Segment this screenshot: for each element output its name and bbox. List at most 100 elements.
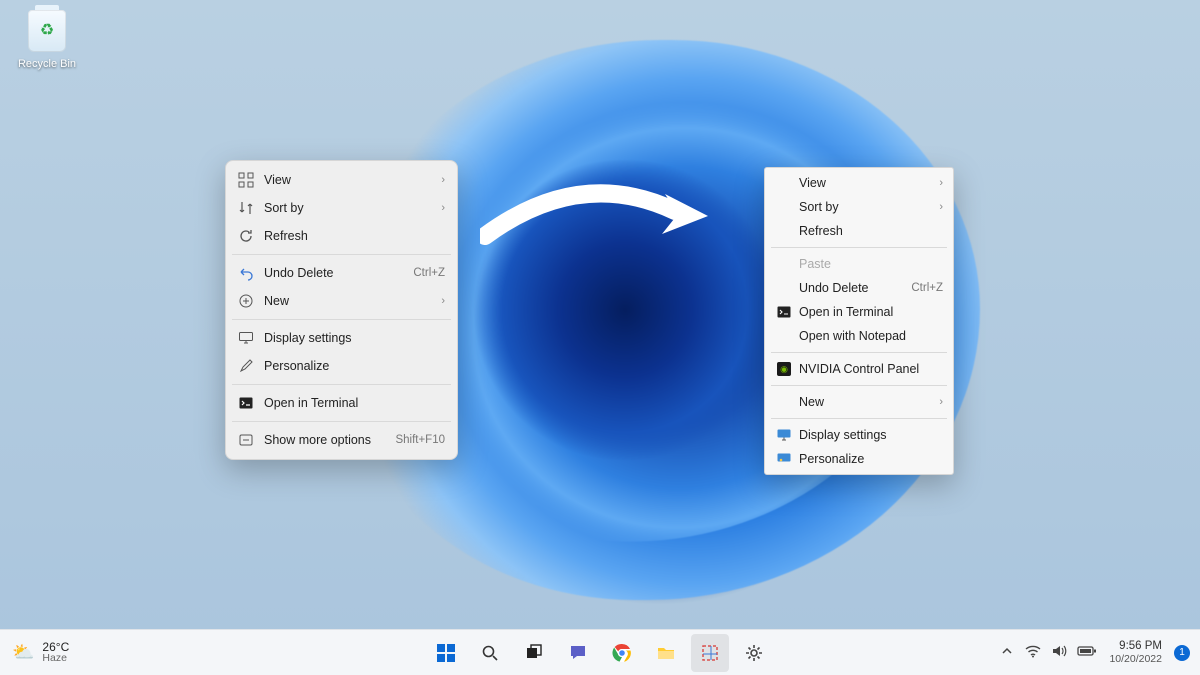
menu-more-label: Show more options <box>264 433 395 447</box>
taskbar-clock[interactable]: 9:56 PM 10/20/2022 <box>1109 640 1162 665</box>
brush-icon <box>236 358 256 374</box>
clock-time: 9:56 PM <box>1109 640 1162 653</box>
cmenu-view-label: View <box>799 176 933 190</box>
cmenu-display[interactable]: Display settings <box>765 423 953 447</box>
menu-personalize-label: Personalize <box>264 359 445 373</box>
weather-icon: ⛅ <box>12 642 34 663</box>
cmenu-refresh[interactable]: Refresh <box>765 219 953 243</box>
cmenu-personalize-label: Personalize <box>799 452 943 466</box>
search-button[interactable] <box>471 634 509 672</box>
menu-refresh-label: Refresh <box>264 229 445 243</box>
chevron-right-icon: › <box>441 202 445 214</box>
cmenu-undo[interactable]: Undo DeleteCtrl+Z <box>765 276 953 300</box>
terminal-icon <box>236 395 256 411</box>
menu-separator <box>232 384 451 385</box>
chat-button[interactable] <box>559 634 597 672</box>
chrome-button[interactable] <box>603 634 641 672</box>
taskbar-center <box>427 634 773 672</box>
chevron-right-icon: › <box>441 295 445 307</box>
menu-undo-label: Undo Delete <box>264 266 413 280</box>
menu-sortby-label: Sort by <box>264 201 435 215</box>
plus-circle-icon <box>236 293 256 309</box>
nvidia-icon: ◉ <box>773 362 795 376</box>
monitor-icon <box>236 330 256 346</box>
menu-refresh[interactable]: Refresh <box>226 222 457 250</box>
cmenu-view[interactable]: View › <box>765 171 953 195</box>
menu-new[interactable]: New › <box>226 287 457 315</box>
cmenu-nvidia-label: NVIDIA Control Panel <box>799 362 943 376</box>
desktop[interactable]: Recycle Bin View › Sort by › Refresh <box>0 0 1200 675</box>
menu-display[interactable]: Display settings <box>226 324 457 352</box>
weather-condition: Haze <box>42 653 69 664</box>
taskbar: ⛅ 26°C Haze <box>0 629 1200 675</box>
cmenu-new[interactable]: New › <box>765 390 953 414</box>
trash-icon <box>28 10 66 52</box>
speaker-icon <box>1051 644 1067 661</box>
menu-display-label: Display settings <box>264 331 445 345</box>
start-button[interactable] <box>427 634 465 672</box>
cmenu-terminal-label: Open in Terminal <box>799 305 943 319</box>
cmenu-undo-kbd: Ctrl+Z <box>911 282 943 294</box>
cmenu-refresh-label: Refresh <box>799 224 943 238</box>
terminal-icon <box>773 304 795 320</box>
undo-icon <box>236 265 256 281</box>
menu-terminal-label: Open in Terminal <box>264 396 445 410</box>
battery-icon <box>1077 645 1097 660</box>
cmenu-notepad[interactable]: Open with Notepad <box>765 324 953 348</box>
cmenu-sortby[interactable]: Sort by › <box>765 195 953 219</box>
menu-undo[interactable]: Undo Delete Ctrl+Z <box>226 259 457 287</box>
menu-separator <box>771 352 947 353</box>
menu-separator <box>232 319 451 320</box>
snip-button[interactable] <box>691 634 729 672</box>
menu-separator <box>232 421 451 422</box>
more-icon <box>236 432 256 448</box>
menu-undo-kbd: Ctrl+Z <box>413 267 445 279</box>
grid-icon <box>236 172 256 188</box>
menu-view[interactable]: View › <box>226 166 457 194</box>
tray-network-audio-battery[interactable] <box>1025 644 1097 661</box>
context-menu-classic: View › Sort by › Refresh Paste Undo Delete… <box>764 167 954 475</box>
monitor-icon <box>773 427 795 443</box>
explorer-button[interactable] <box>647 634 685 672</box>
cmenu-personalize[interactable]: Personalize <box>765 447 953 471</box>
clock-date: 10/20/2022 <box>1109 653 1162 665</box>
menu-separator <box>771 418 947 419</box>
cmenu-display-label: Display settings <box>799 428 943 442</box>
settings-button[interactable] <box>735 634 773 672</box>
refresh-icon <box>236 228 256 244</box>
menu-view-label: View <box>264 173 435 187</box>
cmenu-paste-label: Paste <box>799 257 943 271</box>
chevron-right-icon: › <box>939 201 943 213</box>
menu-more-kbd: Shift+F10 <box>395 434 445 446</box>
notification-badge[interactable]: 1 <box>1174 645 1190 661</box>
wifi-icon <box>1025 644 1041 661</box>
menu-separator <box>771 385 947 386</box>
cmenu-nvidia[interactable]: ◉ NVIDIA Control Panel <box>765 357 953 381</box>
personalize-icon <box>773 451 795 467</box>
cmenu-new-label: New <box>799 395 933 409</box>
sort-icon <box>236 200 256 216</box>
cmenu-notepad-label: Open with Notepad <box>799 329 943 343</box>
recycle-bin-label: Recycle Bin <box>18 58 76 70</box>
menu-more-options[interactable]: Show more options Shift+F10 <box>226 426 457 454</box>
cmenu-paste: Paste <box>765 252 953 276</box>
chevron-right-icon: › <box>939 177 943 189</box>
chevron-right-icon: › <box>939 396 943 408</box>
menu-terminal[interactable]: Open in Terminal <box>226 389 457 417</box>
tray-chevron-icon[interactable] <box>1001 645 1013 660</box>
cmenu-sortby-label: Sort by <box>799 200 933 214</box>
chevron-right-icon: › <box>441 174 445 186</box>
system-tray: 9:56 PM 10/20/2022 1 <box>1001 640 1190 665</box>
menu-personalize[interactable]: Personalize <box>226 352 457 380</box>
taskview-button[interactable] <box>515 634 553 672</box>
cmenu-terminal[interactable]: Open in Terminal <box>765 300 953 324</box>
menu-sortby[interactable]: Sort by › <box>226 194 457 222</box>
cmenu-undo-label: Undo Delete <box>799 281 911 295</box>
menu-separator <box>771 247 947 248</box>
menu-new-label: New <box>264 294 435 308</box>
menu-separator <box>232 254 451 255</box>
notif-count: 1 <box>1179 647 1185 658</box>
context-menu-win11: View › Sort by › Refresh Undo Delete Ctr… <box>225 160 458 460</box>
weather-widget[interactable]: ⛅ 26°C Haze <box>12 641 69 664</box>
recycle-bin-icon[interactable]: Recycle Bin <box>12 10 82 72</box>
